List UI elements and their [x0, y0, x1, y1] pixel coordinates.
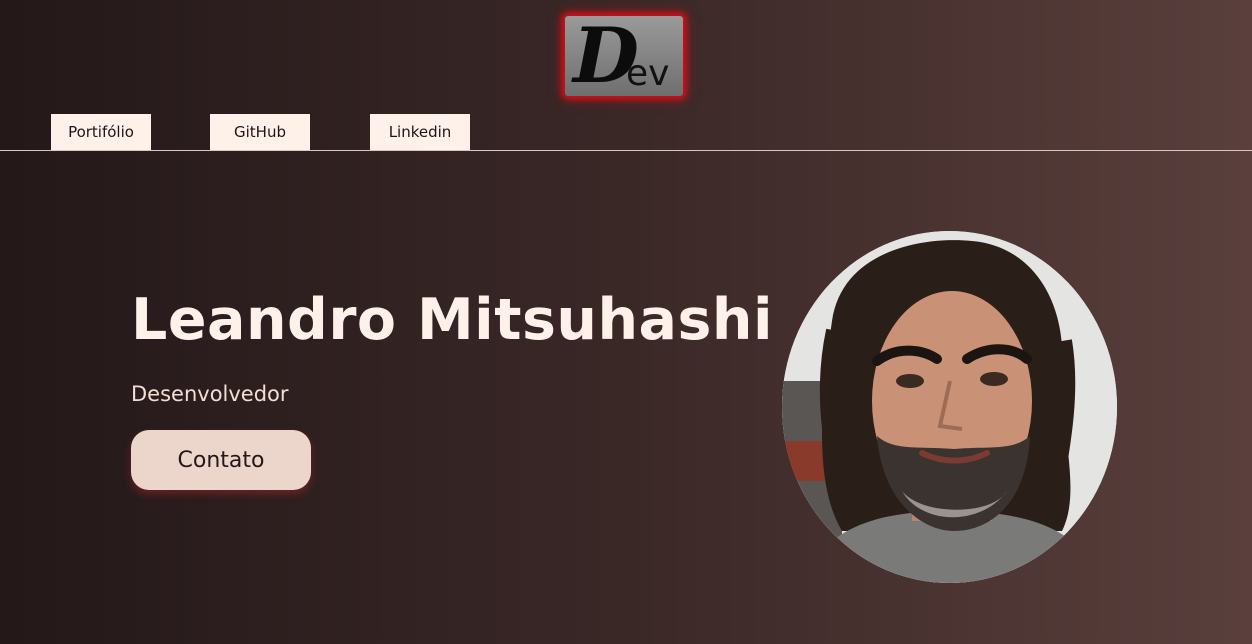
nav-link-github[interactable]: GitHub: [210, 114, 310, 150]
header-divider: [0, 150, 1252, 151]
hero-role: Desenvolvedor: [131, 382, 289, 406]
hero-name: Leandro Mitsuhashi: [131, 287, 774, 353]
nav-link-linkedin[interactable]: Linkedin: [370, 114, 470, 150]
logo[interactable]: D ev: [565, 16, 683, 96]
logo-text: ev: [626, 53, 670, 94]
nav-link-portfolio[interactable]: Portifólio: [51, 114, 151, 150]
contact-button[interactable]: Contato: [131, 430, 311, 490]
profile-photo: [782, 231, 1117, 583]
